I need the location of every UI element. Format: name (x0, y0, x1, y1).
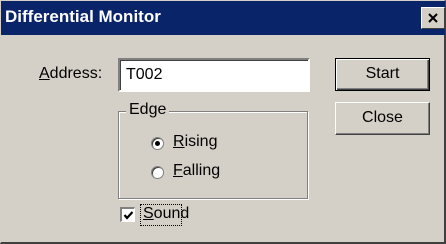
rising-label-rest: ising (184, 133, 218, 150)
close-icon (428, 13, 438, 23)
title-close-button[interactable] (421, 7, 445, 29)
checkmark-icon (123, 211, 134, 220)
falling-radio[interactable] (151, 166, 164, 179)
falling-label[interactable]: Falling (173, 162, 220, 180)
falling-label-rest: alling (182, 162, 221, 179)
window-title: Differential Monitor (5, 7, 161, 26)
close-button[interactable]: Close (335, 102, 430, 135)
edge-group-label: Edge (126, 101, 170, 119)
address-label-accel: A (39, 65, 50, 82)
sound-label[interactable]: Sound (143, 205, 189, 223)
radio-selected-dot (155, 141, 160, 146)
start-button[interactable]: Start (335, 58, 430, 91)
sound-checkbox[interactable] (120, 207, 135, 222)
sound-label-rest: ound (153, 205, 190, 222)
falling-label-accel: F (173, 162, 183, 179)
address-input[interactable]: T002 (118, 58, 310, 92)
address-label-rest: ddress: (49, 65, 103, 82)
rising-label[interactable]: Rising (173, 133, 217, 151)
address-label: Address: (39, 65, 102, 83)
edge-groupbox (118, 111, 308, 199)
rising-radio[interactable] (151, 137, 164, 150)
title-bar[interactable]: Differential Monitor (1, 1, 445, 35)
differential-monitor-dialog: Differential Monitor Address: T002 Start… (0, 0, 446, 244)
rising-label-accel: R (173, 133, 185, 150)
sound-label-accel: S (143, 205, 154, 222)
